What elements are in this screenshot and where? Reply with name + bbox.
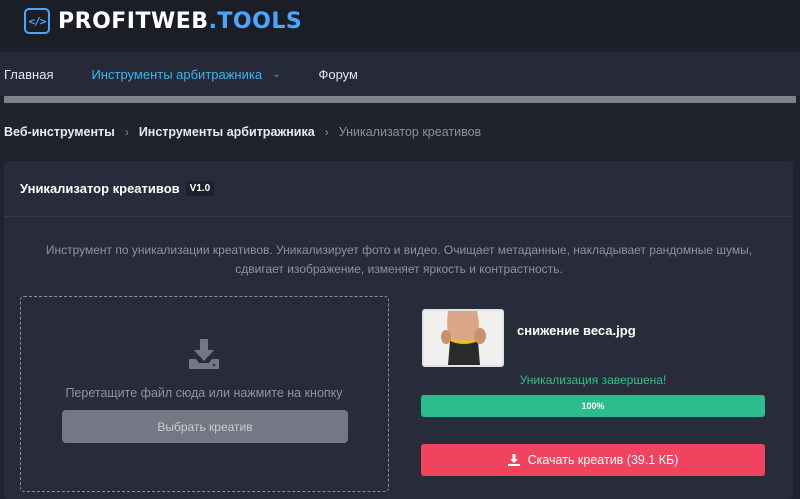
- breadcrumb-current: Уникализатор креативов: [338, 125, 482, 139]
- description-line-2: сдвигает изображение, изменяет яркость и…: [235, 262, 563, 276]
- breadcrumb-arbitrage-tools[interactable]: Инструменты арбитражника: [139, 125, 315, 139]
- nav-item-home[interactable]: Главная: [4, 67, 53, 82]
- version-badge: V1.0: [185, 181, 215, 196]
- nav-item-tools[interactable]: Инструменты арбитражника ⌄: [91, 67, 280, 82]
- code-icon: </>: [24, 8, 50, 34]
- progress-fill: 100%: [421, 395, 765, 417]
- card-header: Уникализатор креативов V1.0: [4, 161, 793, 217]
- description-line-1: Инструмент по уникализации креативов. Ун…: [45, 243, 753, 257]
- progress-label: 100%: [581, 401, 605, 411]
- breadcrumb: Веб-инструменты › Инструменты арбитражни…: [4, 125, 481, 139]
- tool-card: Уникализатор креативов V1.0 Инструмент п…: [4, 161, 793, 499]
- logo-name: PROFITWEB: [58, 8, 209, 34]
- download-label: Скачать креатив (39.1 КБ): [527, 453, 679, 467]
- choose-creative-button[interactable]: Выбрать креатив: [62, 410, 348, 443]
- main-nav: Главная Инструменты арбитражника ⌄ Форум: [0, 52, 800, 96]
- download-tray-icon: [189, 339, 219, 369]
- tool-description: Инструмент по уникализации креативов. Ун…: [24, 241, 774, 279]
- file-dropzone[interactable]: Перетащите файл сюда или нажмите на кноп…: [20, 296, 389, 492]
- site-logo[interactable]: </> PROFITWEB.TOOLS: [24, 8, 302, 34]
- status-message: Уникализация завершена!: [519, 373, 667, 387]
- page-title: Уникализатор креативов: [20, 181, 180, 196]
- creative-thumbnail: [422, 309, 504, 367]
- chevron-down-icon: ⌄: [272, 68, 281, 80]
- top-header: </> PROFITWEB.TOOLS: [0, 0, 800, 48]
- chevron-right-icon: ›: [124, 125, 129, 139]
- header-divider-bar: [4, 96, 796, 103]
- dropzone-hint: Перетащите файл сюда или нажмите на кноп…: [65, 386, 343, 400]
- thumbnail-image: [424, 311, 502, 365]
- logo-text: PROFITWEB.TOOLS: [58, 9, 302, 34]
- nav-item-forum[interactable]: Форум: [318, 67, 358, 82]
- download-creative-button[interactable]: Скачать креатив (39.1 КБ): [421, 444, 765, 476]
- breadcrumb-web-tools[interactable]: Веб-инструменты: [4, 125, 115, 139]
- progress-bar: 100%: [421, 395, 765, 417]
- download-icon: [507, 454, 520, 466]
- chevron-right-icon: ›: [324, 125, 329, 139]
- logo-accent: .TOOLS: [208, 8, 303, 34]
- nav-item-tools-label: Инструменты арбитражника: [91, 66, 263, 82]
- file-name: снижение веса.jpg: [517, 323, 636, 338]
